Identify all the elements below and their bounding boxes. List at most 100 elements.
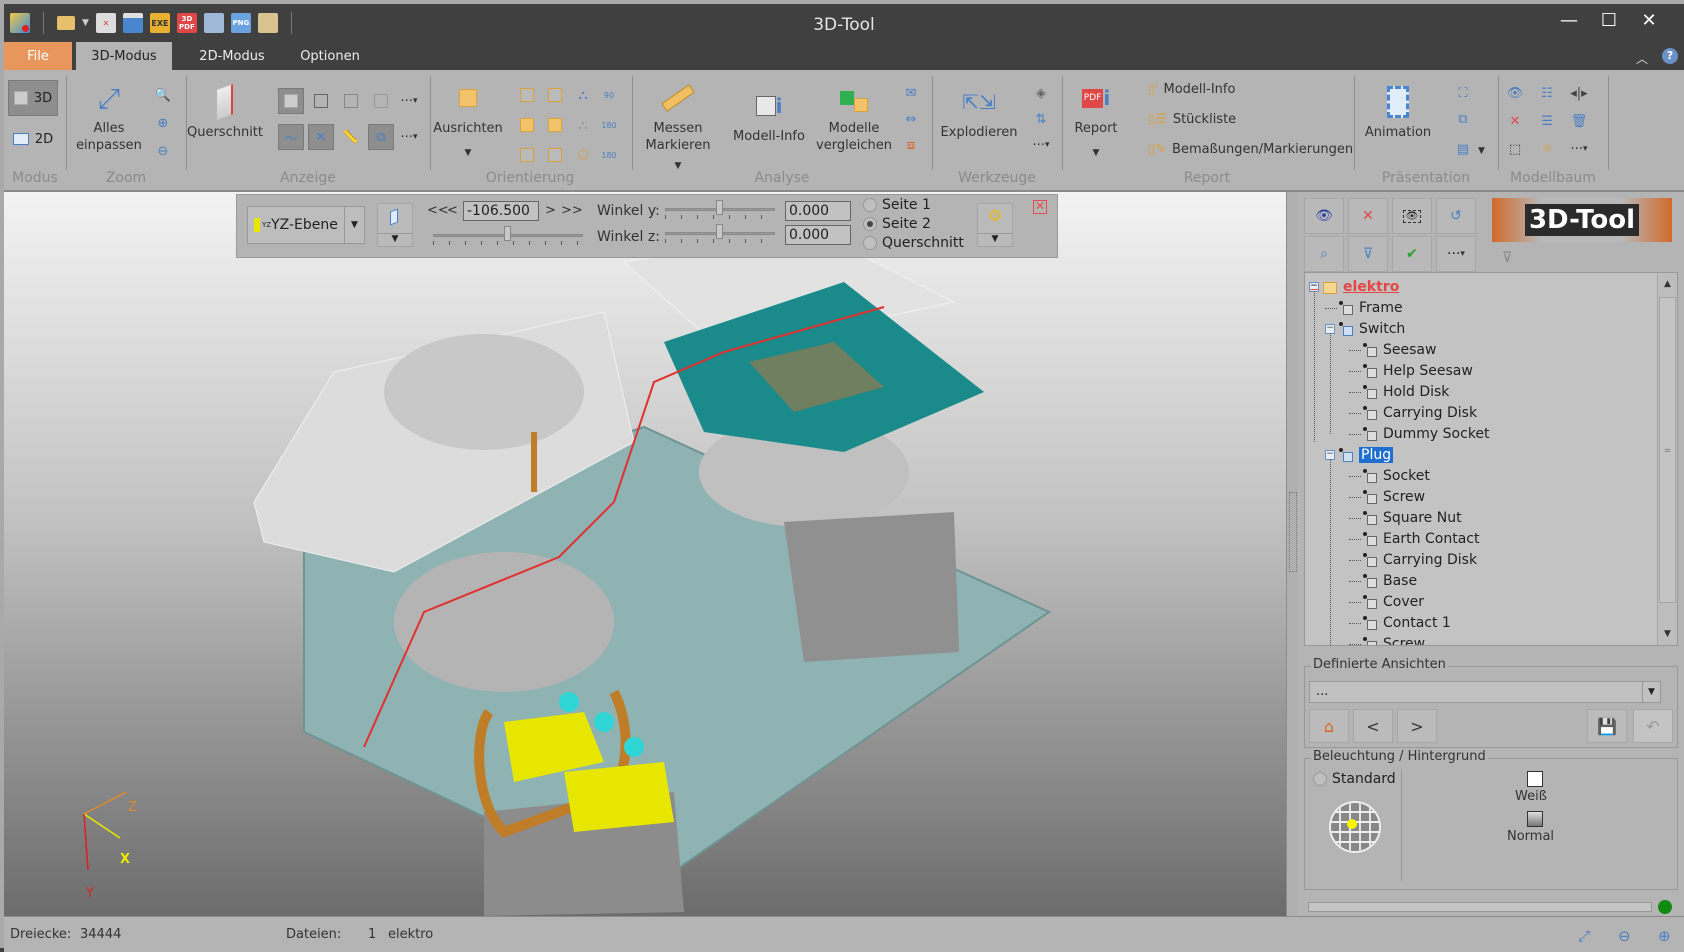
part-visible-icon[interactable]	[1363, 595, 1377, 609]
clash-button[interactable]: ⧈	[898, 132, 924, 158]
nav-first-button[interactable]: <<	[427, 203, 449, 218]
radio-standard-lighting[interactable]: Standard	[1313, 771, 1396, 787]
light-source-icon[interactable]	[1347, 819, 1357, 829]
view-restore-button[interactable]: ⛬	[570, 112, 596, 138]
tree-item[interactable]: − Switch	[1325, 319, 1405, 339]
view-back-button[interactable]	[514, 82, 540, 108]
video-button[interactable]: ▤	[1450, 136, 1476, 162]
filter-icon[interactable]: ⊽	[1502, 250, 1512, 266]
part-visible-icon[interactable]	[1363, 511, 1377, 525]
panel-splitter[interactable]	[1286, 192, 1298, 916]
tree-scrollbar[interactable]: ▲ = ▼	[1657, 273, 1677, 645]
tree-filter-button[interactable]: ⊽	[1348, 236, 1388, 272]
view-iso-button[interactable]: ⬡	[570, 142, 596, 168]
view-right-button[interactable]	[542, 112, 568, 138]
chevron-down-icon[interactable]: ▼	[1642, 682, 1660, 702]
maximize-button[interactable]: ☐	[1598, 10, 1620, 31]
select-button[interactable]: ⬚	[1502, 136, 1528, 162]
defined-views-select[interactable]: ... ▼	[1309, 681, 1661, 703]
section-pick-button[interactable]: ▼	[377, 203, 413, 247]
angle-y-slider[interactable]	[665, 200, 775, 219]
tree-item[interactable]: Contact 1	[1349, 613, 1451, 633]
section-button[interactable]: Querschnitt	[187, 84, 263, 141]
scroll-down-arrow[interactable]: ▼	[1658, 623, 1677, 645]
bg-normal-swatch[interactable]	[1527, 811, 1543, 827]
prev-view-button[interactable]: <	[1353, 709, 1393, 743]
views-visible-button[interactable]: ⧉	[368, 124, 394, 150]
shaded-button[interactable]	[278, 88, 304, 114]
part-visible-icon[interactable]	[1363, 553, 1377, 567]
radio-seite-2[interactable]: Seite 2	[863, 216, 931, 232]
fit-all-button[interactable]: ⤢ Alles einpassen	[74, 80, 144, 154]
scroll-up-arrow[interactable]: ▲	[1658, 273, 1677, 295]
report-button[interactable]: PDF i Report ▼	[1066, 80, 1126, 162]
fullscreen-button[interactable]: ⛶	[1450, 80, 1476, 106]
measure-button[interactable]: Messen Markieren ▼	[640, 80, 716, 175]
slider-thumb[interactable]	[716, 200, 723, 215]
points-button[interactable]: ✕	[308, 124, 334, 150]
zoom-in-icon[interactable]: ⊕	[1658, 927, 1671, 945]
collapse-tree-button[interactable]: ☰	[1534, 108, 1560, 134]
view-front-button[interactable]	[542, 82, 568, 108]
settings-dropdown-icon[interactable]: ▼	[978, 233, 1012, 244]
tree-item[interactable]: Frame	[1325, 298, 1403, 318]
minimize-button[interactable]: —	[1558, 10, 1580, 31]
radio-querschnitt[interactable]: Querschnitt	[863, 235, 964, 251]
mode-2d-button[interactable]: 2D	[8, 124, 58, 154]
delete-button[interactable]: 🗑	[1566, 108, 1592, 134]
mode-3d-button[interactable]: 3D	[8, 80, 58, 116]
model-info-button[interactable]: i Modell-Info	[724, 88, 814, 145]
slider-thumb[interactable]	[716, 224, 723, 239]
help-icon[interactable]: ?	[1662, 48, 1678, 64]
angle-y-input[interactable]: 0.000	[785, 201, 851, 221]
part-visible-icon[interactable]	[1363, 343, 1377, 357]
fit-all-icon[interactable]: ⤢	[1578, 927, 1590, 945]
transform-button[interactable]: ⇅	[1028, 106, 1054, 132]
view-save-button[interactable]: ⛬	[570, 82, 596, 108]
split-button[interactable]: ◂|▸	[1566, 80, 1592, 106]
collapse-ribbon-icon[interactable]: ︿	[1636, 50, 1648, 67]
show-all-button[interactable]: 👁	[1502, 80, 1528, 106]
tree-item[interactable]: Socket	[1349, 466, 1430, 486]
section-pick-dropdown-icon[interactable]: ▼	[378, 233, 412, 244]
zoom-out-icon[interactable]: ⊖	[1618, 927, 1631, 945]
video-dropdown-icon[interactable]: ▼	[1478, 146, 1485, 156]
part-visible-icon[interactable]	[1363, 574, 1377, 588]
distance-button[interactable]: ⇔	[898, 106, 924, 132]
assembly-visible-icon[interactable]	[1339, 322, 1353, 336]
3d-model-scene[interactable]	[4, 192, 1286, 916]
rotate-180-2-button[interactable]: 180	[596, 142, 622, 168]
display-more-button[interactable]: ··· ▾	[396, 88, 422, 114]
part-visible-icon[interactable]	[1363, 532, 1377, 546]
rotate-90-button[interactable]: 90	[596, 82, 622, 108]
tree-item[interactable]: Screw	[1349, 634, 1425, 645]
section-plane-select[interactable]: YZ YZ-Ebene ▼	[247, 206, 365, 244]
light-direction-globe[interactable]	[1329, 801, 1381, 853]
tab-2d-modus[interactable]: 2D-Modus	[184, 42, 280, 72]
tree-item[interactable]: Earth Contact	[1349, 529, 1479, 549]
part-visible-icon[interactable]	[1363, 427, 1377, 441]
section-position-slider[interactable]	[433, 226, 583, 245]
show-only-button[interactable]: 👁	[1392, 198, 1432, 234]
angle-z-slider[interactable]	[665, 224, 775, 243]
tab-file[interactable]: File	[4, 42, 72, 72]
scroll-thumb[interactable]: =	[1659, 297, 1676, 603]
tree-item[interactable]: Dummy Socket	[1349, 424, 1490, 444]
section-position-input[interactable]: -106.500	[463, 201, 539, 221]
view-top-button[interactable]	[514, 142, 540, 168]
highlight-button[interactable]: ☼	[1534, 136, 1560, 162]
tree-item[interactable]: Base	[1349, 571, 1417, 591]
zoom-in-button[interactable]: ⊕	[150, 110, 176, 136]
measurements-visible-button[interactable]: 📏	[338, 124, 364, 150]
animation-button[interactable]: Animation	[1358, 84, 1438, 141]
reset-view-button[interactable]: ↶	[1633, 709, 1673, 743]
part-visible-icon[interactable]	[1363, 364, 1377, 378]
tree-item[interactable]: Help Seesaw	[1349, 361, 1473, 381]
explode-button[interactable]: ⇱⇲ Explodieren	[938, 84, 1020, 141]
tree-item[interactable]: Screw	[1349, 487, 1425, 507]
hidden-lines-button[interactable]	[338, 88, 364, 114]
view-left-button[interactable]	[514, 112, 540, 138]
tree-more-button[interactable]: ··· ▾	[1566, 136, 1592, 162]
part-visible-icon[interactable]	[1363, 406, 1377, 420]
hide-button[interactable]: ✕	[1348, 198, 1388, 234]
